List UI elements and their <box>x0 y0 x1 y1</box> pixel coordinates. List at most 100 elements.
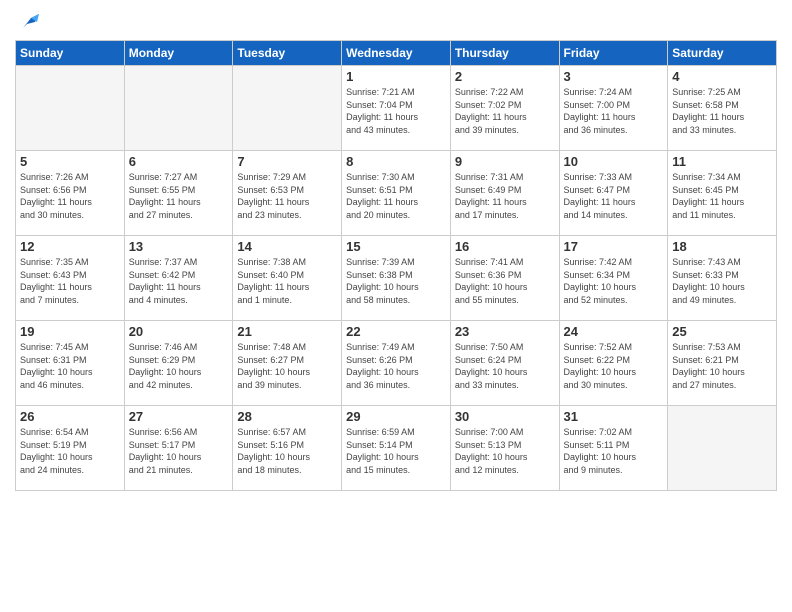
calendar-cell: 30 Sunrise: 7:00 AM Sunset: 5:13 PM Dayli… <box>450 406 559 491</box>
day-info: Sunrise: 7:30 AM Sunset: 6:51 PM Dayligh… <box>346 171 446 221</box>
calendar-cell <box>233 66 342 151</box>
day-info: Sunrise: 7:25 AM Sunset: 6:58 PM Dayligh… <box>672 86 772 136</box>
weekday-header-saturday: Saturday <box>668 41 777 66</box>
calendar-cell: 23 Sunrise: 7:50 AM Sunset: 6:24 PM Dayli… <box>450 321 559 406</box>
day-info: Sunrise: 7:38 AM Sunset: 6:40 PM Dayligh… <box>237 256 337 306</box>
day-info: Sunrise: 7:26 AM Sunset: 6:56 PM Dayligh… <box>20 171 120 221</box>
day-number: 2 <box>455 69 555 84</box>
day-info: Sunrise: 6:54 AM Sunset: 5:19 PM Dayligh… <box>20 426 120 476</box>
day-info: Sunrise: 7:31 AM Sunset: 6:49 PM Dayligh… <box>455 171 555 221</box>
calendar-cell: 2Sunrise: 7:22 AM Sunset: 7:02 PM Daylig… <box>450 66 559 151</box>
day-number: 20 <box>129 324 229 339</box>
day-number: 11 <box>672 154 772 169</box>
day-info: Sunrise: 7:52 AM Sunset: 6:22 PM Dayligh… <box>564 341 664 391</box>
day-info: Sunrise: 7:29 AM Sunset: 6:53 PM Dayligh… <box>237 171 337 221</box>
day-number: 1 <box>346 69 446 84</box>
day-info: Sunrise: 7:49 AM Sunset: 6:26 PM Dayligh… <box>346 341 446 391</box>
day-info: Sunrise: 7:27 AM Sunset: 6:55 PM Dayligh… <box>129 171 229 221</box>
day-number: 27 <box>129 409 229 424</box>
day-info: Sunrise: 7:21 AM Sunset: 7:04 PM Dayligh… <box>346 86 446 136</box>
calendar-cell: 6 Sunrise: 7:27 AM Sunset: 6:55 PM Daylig… <box>124 151 233 236</box>
day-number: 3 <box>564 69 664 84</box>
calendar-cell: 1 Sunrise: 7:21 AM Sunset: 7:04 PM Daylig… <box>342 66 451 151</box>
day-number: 31 <box>564 409 664 424</box>
calendar-cell <box>16 66 125 151</box>
calendar-cell: 11 Sunrise: 7:34 AM Sunset: 6:45 PM Dayli… <box>668 151 777 236</box>
week-row-2: 12 Sunrise: 7:35 AM Sunset: 6:43 PM Dayli… <box>16 236 777 321</box>
day-info: Sunrise: 7:00 AM Sunset: 5:13 PM Dayligh… <box>455 426 555 476</box>
day-info: Sunrise: 7:24 AM Sunset: 7:00 PM Dayligh… <box>564 86 664 136</box>
day-info: Sunrise: 7:43 AM Sunset: 6:33 PM Dayligh… <box>672 256 772 306</box>
day-info: Sunrise: 7:34 AM Sunset: 6:45 PM Dayligh… <box>672 171 772 221</box>
day-number: 6 <box>129 154 229 169</box>
calendar-cell: 14Sunrise: 7:38 AM Sunset: 6:40 PM Dayli… <box>233 236 342 321</box>
day-info: Sunrise: 7:45 AM Sunset: 6:31 PM Dayligh… <box>20 341 120 391</box>
day-number: 15 <box>346 239 446 254</box>
day-number: 7 <box>237 154 337 169</box>
calendar-cell: 7 Sunrise: 7:29 AM Sunset: 6:53 PM Daylig… <box>233 151 342 236</box>
calendar-cell: 4 Sunrise: 7:25 AM Sunset: 6:58 PM Daylig… <box>668 66 777 151</box>
calendar-cell <box>668 406 777 491</box>
week-row-1: 5 Sunrise: 7:26 AM Sunset: 6:56 PM Daylig… <box>16 151 777 236</box>
calendar-cell: 10 Sunrise: 7:33 AM Sunset: 6:47 PM Dayli… <box>559 151 668 236</box>
calendar-cell: 19 Sunrise: 7:45 AM Sunset: 6:31 PM Dayli… <box>16 321 125 406</box>
calendar-cell: 12 Sunrise: 7:35 AM Sunset: 6:43 PM Dayli… <box>16 236 125 321</box>
weekday-header-monday: Monday <box>124 41 233 66</box>
week-row-0: 1 Sunrise: 7:21 AM Sunset: 7:04 PM Daylig… <box>16 66 777 151</box>
day-number: 24 <box>564 324 664 339</box>
day-number: 28 <box>237 409 337 424</box>
day-number: 19 <box>20 324 120 339</box>
day-number: 12 <box>20 239 120 254</box>
day-info: Sunrise: 7:02 AM Sunset: 5:11 PM Dayligh… <box>564 426 664 476</box>
day-info: Sunrise: 6:57 AM Sunset: 5:16 PM Dayligh… <box>237 426 337 476</box>
calendar-cell: 24 Sunrise: 7:52 AM Sunset: 6:22 PM Dayli… <box>559 321 668 406</box>
logo-text <box>15 14 39 32</box>
logo <box>15 14 39 32</box>
day-info: Sunrise: 7:50 AM Sunset: 6:24 PM Dayligh… <box>455 341 555 391</box>
calendar-cell: 21 Sunrise: 7:48 AM Sunset: 6:27 PM Dayli… <box>233 321 342 406</box>
calendar-cell: 28 Sunrise: 6:57 AM Sunset: 5:16 PM Dayli… <box>233 406 342 491</box>
weekday-header-row: SundayMondayTuesdayWednesdayThursdayFrid… <box>16 41 777 66</box>
day-number: 29 <box>346 409 446 424</box>
day-info: Sunrise: 6:59 AM Sunset: 5:14 PM Dayligh… <box>346 426 446 476</box>
weekday-header-wednesday: Wednesday <box>342 41 451 66</box>
day-number: 10 <box>564 154 664 169</box>
day-info: Sunrise: 7:41 AM Sunset: 6:36 PM Dayligh… <box>455 256 555 306</box>
calendar-cell: 5 Sunrise: 7:26 AM Sunset: 6:56 PM Daylig… <box>16 151 125 236</box>
weekday-header-friday: Friday <box>559 41 668 66</box>
day-number: 23 <box>455 324 555 339</box>
day-number: 8 <box>346 154 446 169</box>
day-info: Sunrise: 6:56 AM Sunset: 5:17 PM Dayligh… <box>129 426 229 476</box>
day-number: 22 <box>346 324 446 339</box>
calendar-cell: 9 Sunrise: 7:31 AM Sunset: 6:49 PM Daylig… <box>450 151 559 236</box>
day-number: 4 <box>672 69 772 84</box>
calendar-cell: 16Sunrise: 7:41 AM Sunset: 6:36 PM Dayli… <box>450 236 559 321</box>
calendar-cell: 15Sunrise: 7:39 AM Sunset: 6:38 PM Dayli… <box>342 236 451 321</box>
day-number: 5 <box>20 154 120 169</box>
page-container: SundayMondayTuesdayWednesdayThursdayFrid… <box>0 0 792 612</box>
day-number: 9 <box>455 154 555 169</box>
calendar-table: SundayMondayTuesdayWednesdayThursdayFrid… <box>15 40 777 491</box>
day-info: Sunrise: 7:33 AM Sunset: 6:47 PM Dayligh… <box>564 171 664 221</box>
calendar-cell: 8 Sunrise: 7:30 AM Sunset: 6:51 PM Daylig… <box>342 151 451 236</box>
day-info: Sunrise: 7:48 AM Sunset: 6:27 PM Dayligh… <box>237 341 337 391</box>
header <box>15 10 777 32</box>
calendar-cell: 17Sunrise: 7:42 AM Sunset: 6:34 PM Dayli… <box>559 236 668 321</box>
day-number: 30 <box>455 409 555 424</box>
logo-bird-icon <box>17 10 39 32</box>
calendar-cell: 31 Sunrise: 7:02 AM Sunset: 5:11 PM Dayli… <box>559 406 668 491</box>
day-info: Sunrise: 7:42 AM Sunset: 6:34 PM Dayligh… <box>564 256 664 306</box>
calendar-cell: 22 Sunrise: 7:49 AM Sunset: 6:26 PM Dayli… <box>342 321 451 406</box>
weekday-header-thursday: Thursday <box>450 41 559 66</box>
weekday-header-sunday: Sunday <box>16 41 125 66</box>
day-info: Sunrise: 7:46 AM Sunset: 6:29 PM Dayligh… <box>129 341 229 391</box>
calendar-cell: 20 Sunrise: 7:46 AM Sunset: 6:29 PM Dayli… <box>124 321 233 406</box>
day-number: 13 <box>129 239 229 254</box>
day-number: 21 <box>237 324 337 339</box>
day-number: 25 <box>672 324 772 339</box>
calendar-cell: 25Sunrise: 7:53 AM Sunset: 6:21 PM Dayli… <box>668 321 777 406</box>
calendar-cell: 3 Sunrise: 7:24 AM Sunset: 7:00 PM Daylig… <box>559 66 668 151</box>
day-number: 18 <box>672 239 772 254</box>
day-info: Sunrise: 7:35 AM Sunset: 6:43 PM Dayligh… <box>20 256 120 306</box>
calendar-cell: 27 Sunrise: 6:56 AM Sunset: 5:17 PM Dayli… <box>124 406 233 491</box>
